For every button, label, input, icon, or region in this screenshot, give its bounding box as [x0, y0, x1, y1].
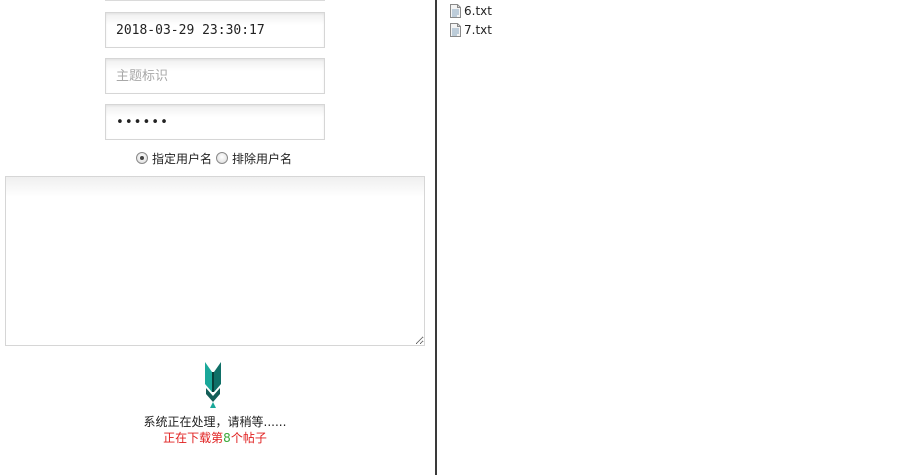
radio-include-label: 指定用户名 [152, 151, 213, 166]
radio-exclude-username[interactable]: 排除用户名 [216, 150, 292, 167]
file-name[interactable]: 6.txt [464, 4, 492, 18]
download-progress-text: 正在下载第8个帖子 [0, 429, 430, 446]
left-panel: 指定用户名 排除用户名 系统正在处理，请稍等...... 正在下载第8个帖子 [0, 0, 435, 475]
page: 指定用户名 排除用户名 系统正在处理，请稍等...... 正在下载第8个帖子 [0, 0, 900, 475]
radio-exclude-label: 排除用户名 [232, 151, 293, 166]
content-textarea[interactable] [5, 176, 425, 346]
topic-input[interactable] [105, 58, 325, 94]
file-list-panel: 6.txt 7.txt [437, 0, 900, 475]
processing-status-text: 系统正在处理，请稍等...... [143, 415, 287, 429]
file-name[interactable]: 7.txt [464, 23, 492, 37]
file-item[interactable]: 6.txt [450, 3, 492, 19]
datetime-input[interactable] [105, 12, 325, 48]
loading-spinner-icon [205, 362, 221, 408]
text-file-icon [450, 4, 461, 18]
cropped-field-stub [105, 0, 325, 1]
download-suffix: 个帖子 [230, 431, 267, 445]
download-prefix: 正在下载第 [163, 431, 224, 445]
download-count: 8 [223, 431, 231, 445]
password-input[interactable] [105, 104, 325, 140]
radio-include-username[interactable]: 指定用户名 [136, 150, 212, 167]
file-item[interactable]: 7.txt [450, 22, 492, 38]
text-file-icon [450, 23, 461, 37]
radio-checked-icon[interactable] [136, 152, 148, 164]
radio-unchecked-icon[interactable] [216, 152, 229, 164]
username-filter-radio-group: 指定用户名 排除用户名 [136, 149, 292, 167]
